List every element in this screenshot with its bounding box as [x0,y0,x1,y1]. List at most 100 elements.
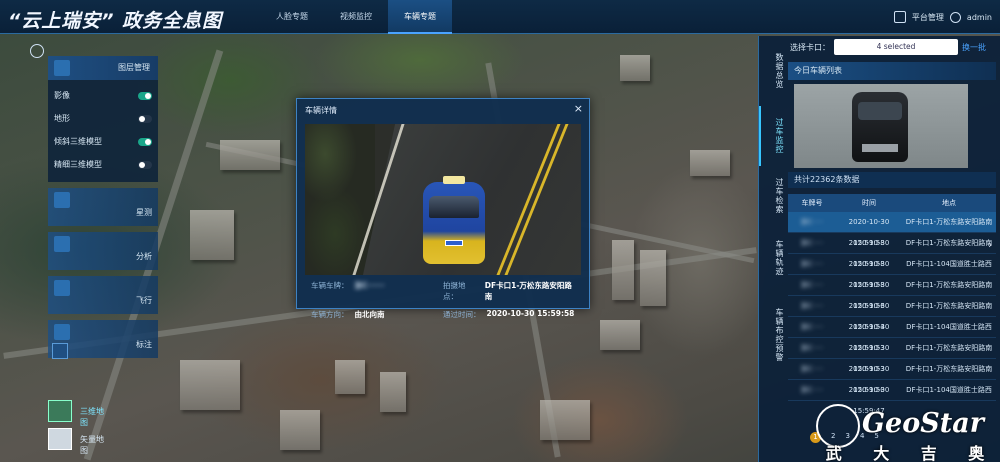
table-row[interactable]: 浙C····· 2020-10-30 15:59:58 DF卡口1-万松东路安阳路南 [788,212,996,247]
main-nav: 人脸专题 视频监控 车辆专题 [260,0,452,34]
vehicle-table: 车牌号 时间 地点 浙C····· 2020-10-30 15:59:58 DF卡口… [788,194,996,415]
table-row[interactable]: 浙C····· 2020-10-30 15:59:53 DF卡口1-万松东路安阳路南 [788,338,996,373]
layer-toggle[interactable] [138,114,152,123]
cell-place: DF卡口1-万松东路安阳路南 [905,344,993,352]
cell-time: 2020-10-30 15:59:54 [848,302,890,331]
select-label: 选择卡口： [790,42,830,52]
monitor-icon[interactable] [893,11,906,23]
layer-label: 精细三维模型 [54,160,102,169]
layer-list: 影像 地形 倾斜三维模型 精细三维模型 [48,80,158,182]
cell-place: DF卡口1-万松东路安阳路南 [905,302,993,310]
cell-time: 2020-10-30 15:59:56 [848,281,890,310]
col-plate[interactable]: 车牌号 [788,194,836,212]
pin-icon [54,324,70,340]
layer-label: 倾斜三维模型 [54,137,102,146]
layer-row-oblique-model[interactable]: 倾斜三维模型 [54,130,152,153]
table-row[interactable]: 浙C····· 2020-10-30 15:59:54 DF卡口1-万松东路安阳路南 [788,296,996,331]
change-batch-link[interactable]: 换一批 [962,42,986,53]
nav-vehicle[interactable]: 车辆专题 [388,0,452,34]
tab-data-overview[interactable]: 数据总览 [759,36,785,106]
time-value: 2020-10-30 15:59:58 [486,309,575,318]
cell-plate: 浙C····· [800,239,824,247]
location-label: 拍摄地点： [443,281,466,301]
basemap-label: 矢量地图 [80,435,104,455]
cell-plate: 浙C····· [800,302,824,310]
tool-analysis[interactable]: 分析 [48,232,158,270]
cell-plate: 浙C····· [800,365,824,373]
chevron-right-icon[interactable]: › [988,238,992,251]
table-row[interactable]: 浙C····· 2020-10-30 15:59:53 DF卡口1-104国道胜士路… [788,317,996,352]
platform-manage-link[interactable]: 平台管理 [912,12,944,23]
cell-place: DF卡口1-万松东路安阳路南 [905,218,993,226]
plate-value: 浙C······ [354,281,385,290]
layer-toggle[interactable] [138,160,152,169]
layer-row-terrain[interactable]: 地形 [54,107,152,130]
compass-icon[interactable] [30,44,44,58]
plane-icon [54,280,70,296]
cell-time: 2020-10-30 15:59:58 [848,260,890,289]
app-title: “云上瑞安” 政务全息图 [8,10,223,32]
windshield [429,196,479,218]
top-right-tools: 平台管理 admin [893,0,992,34]
layer-panel: 图层管理 影像 地形 倾斜三维模型 精细三维模型 星测 分析 飞行 标注 [48,56,158,358]
geostar-logo: GeoStar 武 大 吉 奥 [810,404,1000,462]
cell-time: 2020-10-30 15:59:53 [848,344,890,373]
checkpoint-select[interactable]: 4 selected [834,39,958,55]
cell-place: DF卡口1-104国道胜士路西 [906,323,992,331]
basemap-3d[interactable]: 三维地图 [48,400,108,427]
taxi-vehicle [423,176,485,264]
vehicle-snapshot[interactable] [794,84,968,168]
nav-face[interactable]: 人脸专题 [260,0,324,34]
tab-vehicle-alert[interactable]: 车辆布控预警 [759,290,785,380]
layer-toggle[interactable] [138,91,152,100]
cell-time: 2020-10-30 15:59:58 [848,218,890,247]
suv-vehicle [852,92,908,162]
logo-char: 吉 [920,444,937,462]
col-time[interactable]: 时间 [836,194,902,212]
table-row[interactable]: 浙C····· 2020-10-30 15:59:58 DF卡口1-104国道胜士路… [788,254,996,289]
col-place[interactable]: 地点 [902,194,996,212]
user-icon[interactable] [949,11,961,23]
table-row[interactable]: 浙C····· 2020-10-30 15:59:58 DF卡口1-万松东路安阳路南 [788,233,996,268]
basemap-vector[interactable]: 矢量地图 [48,428,108,455]
basemap-3d-thumb [48,400,72,422]
windshield [858,102,902,120]
table-row[interactable]: 浙C····· 2020-10-30 15:59:47 DF卡口1-104国道胜士路… [788,380,996,415]
close-icon[interactable]: × [574,102,583,115]
tool-flight[interactable]: 飞行 [48,276,158,314]
layer-row-fine-model[interactable]: 精细三维模型 [54,153,152,176]
cell-plate: 浙C····· [800,281,824,289]
location-value: DF卡口1-万松东路安阳路南 [484,281,572,301]
layer-label: 地形 [54,114,70,123]
tool-label: 标注 [136,340,152,349]
nav-video[interactable]: 视频监控 [324,0,388,34]
modal-title: 车辆详情 [305,106,337,115]
basemap-switcher: 三维地图 矢量地图 [48,400,108,456]
vehicle-info: 车辆车牌： 浙C······ 拍摄地点： DF卡口1-万松东路安阳路南 车辆方向… [311,280,575,327]
logo-text-cn: 武 大 吉 奥 [810,440,1000,462]
layer-panel-header[interactable]: 图层管理 [48,56,158,80]
layer-panel-title: 图层管理 [118,63,150,72]
layer-toggle[interactable] [138,137,152,146]
cell-time: 2020-10-30 15:59:50 [848,365,890,394]
username[interactable]: admin [967,13,992,22]
tab-traffic-search[interactable]: 过车检索 [759,166,785,226]
layer-row-imagery[interactable]: 影像 [54,84,152,107]
table-row[interactable]: 浙C····· 2020-10-30 15:59:56 DF卡口1-万松东路安阳路南 [788,275,996,310]
direction-label: 车辆方向： [311,310,349,319]
tool-label: 星测 [136,208,152,217]
tool-label: 飞行 [136,296,152,305]
cell-time: 2020-10-30 15:59:47 [848,386,890,415]
plate-label: 车辆车牌： [311,281,349,290]
tab-traffic-monitor[interactable]: 过车监控 [759,106,785,166]
tool-measure[interactable]: 星测 [48,188,158,226]
table-row[interactable]: 浙C····· 2020-10-30 15:59:50 DF卡口1-万松东路安阳路南 [788,359,996,394]
layers-icon [54,60,70,76]
ruler-icon [54,192,70,208]
grid-icon[interactable] [52,343,68,359]
logo-text-en: GeoStar [862,408,984,439]
tab-vehicle-track[interactable]: 车辆轨迹 [759,226,785,290]
logo-char: 武 [825,444,842,462]
checkpoint-selector: 选择卡口： 4 selected 换一批 [784,36,1000,58]
tool-label: 分析 [136,252,152,261]
